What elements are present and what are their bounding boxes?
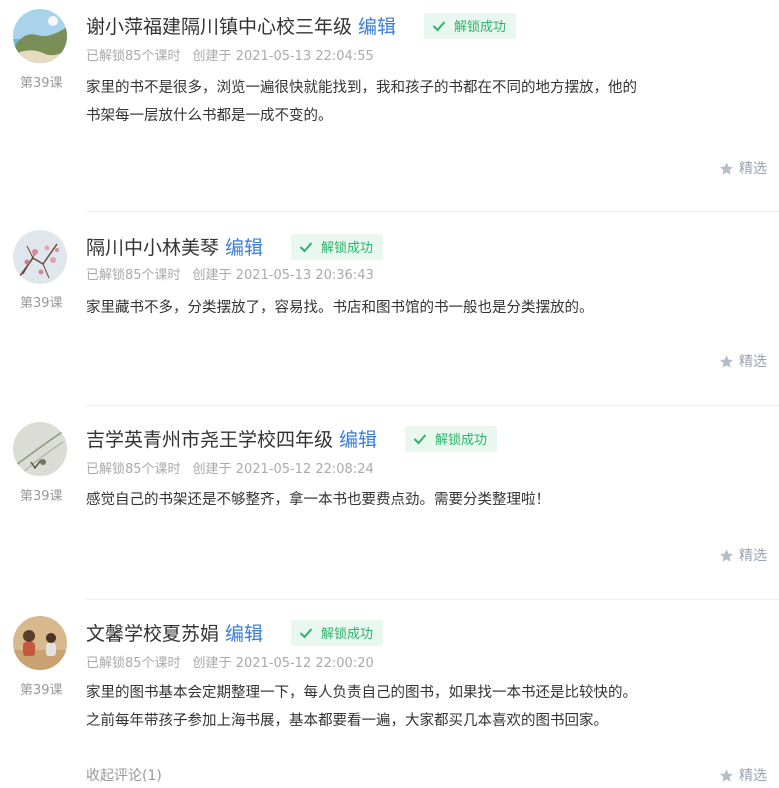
lesson-label: 第39课 (20, 489, 63, 504)
avatar[interactable] (13, 9, 67, 63)
comment-header: 隔川中小林美琴 编辑 解锁成功 (86, 233, 384, 260)
feature-label: 精选 (739, 548, 767, 564)
comment-feed: 第39课 谢小萍福建隔川镇中心校三年级 编辑 解锁成功 已解锁85个课时 创建于 … (0, 0, 779, 788)
comment-item: 第39课 文馨学校夏苏娟 编辑 解锁成功 已解锁85个课时 创建于 2021-05… (0, 600, 779, 788)
comment-line: 家里藏书不多，分类摆放了，容易找。书店和图书馆的书一般也是分类摆放的。 (86, 300, 594, 316)
comment-header: 吉学英青州市尧王学校四年级 编辑 解锁成功 (86, 425, 498, 452)
lesson-label: 第39课 (20, 296, 63, 311)
unlocked-count: 已解锁85个课时 (86, 462, 181, 477)
comment-body: 家里的图书基本会定期整理一下，每人负责自己的图书，如果找一本书还是比较快的。 之… (86, 679, 696, 735)
comment-line: 家里的图书基本会定期整理一下，每人负责自己的图书，如果找一本书还是比较快的。 (86, 685, 637, 701)
comment-body: 家里的书不是很多，浏览一遍很快就能找到，我和孩子的书都在不同的地方摆放，他的 书… (86, 74, 696, 130)
check-icon (432, 20, 446, 31)
check-icon (299, 241, 313, 252)
feature-label: 精选 (739, 354, 767, 370)
feature-button[interactable]: 精选 (719, 545, 767, 565)
comment-line: 之前每年带孩子参加上海书展，基本都要看一遍，大家都买几本喜欢的图书回家。 (86, 713, 608, 729)
feature-label: 精选 (739, 768, 767, 784)
comment-line: 感觉自己的书架还是不够整齐，拿一本书也要费点劲。需要分类整理啦！ (86, 492, 550, 508)
feature-button[interactable]: 精选 (719, 765, 767, 785)
badge-label: 解锁成功 (435, 433, 488, 448)
author-name: 吉学英青州市尧王学校四年级 (86, 429, 334, 451)
edit-link[interactable]: 编辑 (339, 425, 377, 452)
comment-meta: 已解锁85个课时 创建于 2021-05-13 20:36:43 (86, 264, 374, 283)
feature-button[interactable]: 精选 (719, 351, 767, 371)
unlock-status-badge: 解锁成功 (291, 619, 384, 646)
feature-label: 精选 (739, 161, 767, 177)
avatar[interactable] (13, 230, 67, 284)
badge-label: 解锁成功 (454, 20, 507, 35)
author-name: 谢小萍福建隔川镇中心校三年级 (86, 16, 353, 38)
comment-item: 第39课 谢小萍福建隔川镇中心校三年级 编辑 解锁成功 已解锁85个课时 创建于 … (0, 0, 779, 212)
edit-link[interactable]: 编辑 (358, 12, 396, 39)
comment-header: 文馨学校夏苏娟 编辑 解锁成功 (86, 619, 384, 646)
avatar[interactable] (13, 422, 67, 476)
author-name: 隔川中小林美琴 (86, 237, 220, 259)
lesson-label: 第39课 (20, 683, 63, 698)
edit-link[interactable]: 编辑 (225, 619, 263, 646)
created-time: 创建于 2021-05-12 22:00:20 (192, 656, 374, 671)
star-icon (719, 768, 734, 782)
created-time: 创建于 2021-05-13 20:36:43 (192, 268, 374, 283)
created-time: 创建于 2021-05-13 22:04:55 (192, 49, 374, 64)
author-name: 文馨学校夏苏娟 (86, 623, 220, 645)
star-icon (719, 354, 734, 368)
comment-line: 书架每一层放什么书都是一成不变的。 (86, 108, 333, 124)
comment-header: 谢小萍福建隔川镇中心校三年级 编辑 解锁成功 (86, 12, 517, 39)
unlocked-count: 已解锁85个课时 (86, 268, 181, 283)
comment-line: 家里的书不是很多，浏览一遍很快就能找到，我和孩子的书都在不同的地方摆放，他的 (86, 80, 637, 96)
comment-meta: 已解锁85个课时 创建于 2021-05-13 22:04:55 (86, 45, 374, 64)
comment-meta: 已解锁85个课时 创建于 2021-05-12 22:00:20 (86, 652, 374, 671)
star-icon (719, 548, 734, 562)
unlock-status-badge: 解锁成功 (405, 425, 498, 452)
lesson-label: 第39课 (20, 76, 63, 91)
unlocked-count: 已解锁85个课时 (86, 49, 181, 64)
comment-body: 家里藏书不多，分类摆放了，容易找。书店和图书馆的书一般也是分类摆放的。 (86, 294, 696, 322)
star-icon (719, 161, 734, 175)
unlocked-count: 已解锁85个课时 (86, 656, 181, 671)
comment-item: 第39课 隔川中小林美琴 编辑 解锁成功 已解锁85个课时 创建于 2021-05… (0, 212, 779, 406)
comment-item: 第39课 吉学英青州市尧王学校四年级 编辑 解锁成功 已解锁85个课时 创建于 2… (0, 406, 779, 600)
check-icon (413, 433, 427, 444)
badge-label: 解锁成功 (321, 241, 374, 256)
comment-meta: 已解锁85个课时 创建于 2021-05-12 22:08:24 (86, 458, 374, 477)
created-time: 创建于 2021-05-12 22:08:24 (192, 462, 374, 477)
unlock-status-badge: 解锁成功 (424, 12, 517, 39)
feature-button[interactable]: 精选 (719, 158, 767, 178)
avatar[interactable] (13, 616, 67, 670)
edit-link[interactable]: 编辑 (225, 233, 263, 260)
badge-label: 解锁成功 (321, 627, 374, 642)
comment-body: 感觉自己的书架还是不够整齐，拿一本书也要费点劲。需要分类整理啦！ (86, 486, 696, 514)
collapse-comments-link[interactable]: 收起评论(1) (86, 765, 162, 785)
unlock-status-badge: 解锁成功 (291, 233, 384, 260)
check-icon (299, 627, 313, 638)
